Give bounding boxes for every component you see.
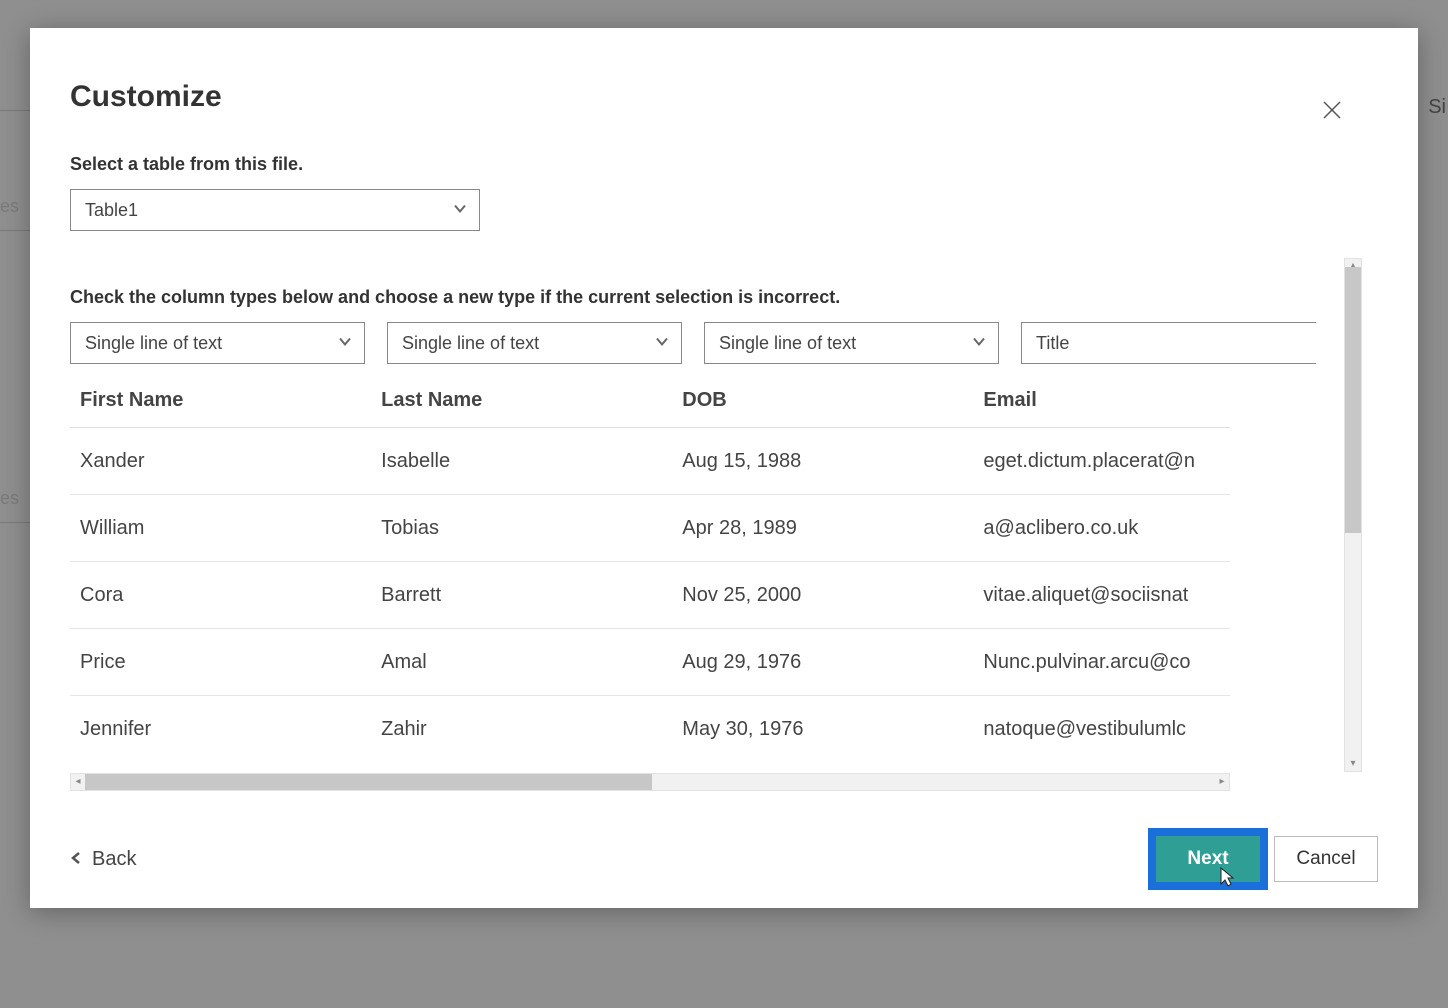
background-text: es — [0, 196, 19, 217]
table-cell: Cora — [80, 584, 359, 607]
table-row: Price Amal Aug 29, 1976 Nunc.pulvinar.ar… — [70, 629, 1230, 696]
table-header-cell: Last Name — [381, 389, 660, 412]
table-cell: Nov 25, 2000 — [682, 584, 961, 607]
table-cell: natoque@vestibulumlc — [983, 718, 1220, 741]
table-header-cell: Email — [983, 389, 1220, 412]
next-label: Next — [1187, 848, 1228, 869]
table-cell: eget.dictum.placerat@n — [983, 450, 1220, 473]
column-type-value: Single line of text — [402, 333, 539, 354]
table-row: William Tobias Apr 28, 1989 a@aclibero.c… — [70, 495, 1230, 562]
preview-table: First Name Last Name DOB Email Xander Is… — [70, 374, 1230, 791]
table-header-cell: DOB — [682, 389, 961, 412]
table-cell: Aug 15, 1988 — [682, 450, 961, 473]
table-header-cell: First Name — [80, 389, 359, 412]
table-select-label: Select a table from this file. — [70, 154, 1362, 175]
table-cell: Aug 29, 1976 — [682, 651, 961, 674]
column-type-dropdown-2[interactable]: Single line of text — [704, 322, 999, 364]
column-type-value: Title — [1036, 333, 1069, 354]
column-type-dropdown-1[interactable]: Single line of text — [387, 322, 682, 364]
vertical-scrollbar[interactable]: ▴ ▾ — [1344, 258, 1362, 772]
scroll-thumb[interactable] — [1345, 267, 1361, 533]
table-cell: Apr 28, 1989 — [682, 517, 961, 540]
chevron-down-icon — [338, 333, 352, 354]
back-button[interactable]: Back — [70, 848, 136, 871]
column-type-dropdown-3[interactable]: Title — [1021, 322, 1316, 364]
next-button-highlight: Next — [1148, 828, 1268, 890]
table-cell: Isabelle — [381, 450, 660, 473]
column-type-value: Single line of text — [719, 333, 856, 354]
chevron-down-icon — [972, 333, 986, 354]
cancel-label: Cancel — [1296, 848, 1355, 869]
table-cell: a@aclibero.co.uk — [983, 517, 1220, 540]
table-cell: Zahir — [381, 718, 660, 741]
table-row: Xander Isabelle Aug 15, 1988 eget.dictum… — [70, 428, 1230, 495]
close-icon — [1322, 107, 1342, 124]
table-cell: Tobias — [381, 517, 660, 540]
column-type-value: Single line of text — [85, 333, 222, 354]
next-button[interactable]: Next — [1156, 836, 1260, 882]
side-peek-text: Si — [1428, 96, 1446, 119]
dialog-body: Select a table from this file. Table1 Ch… — [70, 154, 1362, 808]
dialog-title: Customize — [70, 80, 1378, 114]
table-cell: Price — [80, 651, 359, 674]
table-cell: May 30, 1976 — [682, 718, 961, 741]
customize-dialog: Customize Select a table from this file.… — [30, 28, 1418, 908]
horizontal-scrollbar[interactable]: ◂ ▸ — [70, 773, 1230, 791]
scroll-left-arrow-icon: ◂ — [71, 774, 85, 790]
table-cell: William — [80, 517, 359, 540]
column-type-label: Check the column types below and choose … — [70, 287, 1362, 308]
background-text-2: es — [0, 488, 19, 509]
table-header-row: First Name Last Name DOB Email — [70, 374, 1230, 428]
table-cell: Nunc.pulvinar.arcu@co — [983, 651, 1220, 674]
close-button[interactable] — [1322, 100, 1350, 128]
chevron-left-icon — [70, 848, 84, 871]
table-row: Jennifer Zahir May 30, 1976 natoque@vest… — [70, 696, 1230, 763]
table-select-dropdown[interactable]: Table1 — [70, 189, 480, 231]
scroll-thumb[interactable] — [85, 774, 652, 790]
column-type-row: Single line of text Single line of text … — [70, 322, 1230, 364]
table-cell: Barrett — [381, 584, 660, 607]
table-cell: vitae.aliquet@sociisnat — [983, 584, 1220, 607]
cancel-button[interactable]: Cancel — [1274, 836, 1378, 882]
chevron-down-icon — [453, 200, 467, 221]
table-cell: Jennifer — [80, 718, 359, 741]
back-label: Back — [92, 848, 136, 871]
table-select-value: Table1 — [85, 200, 138, 221]
table-row: Cora Barrett Nov 25, 2000 vitae.aliquet@… — [70, 562, 1230, 629]
cursor-icon — [1218, 866, 1236, 888]
scroll-down-arrow-icon: ▾ — [1345, 757, 1361, 771]
scroll-right-arrow-icon: ▸ — [1215, 774, 1229, 790]
table-cell: Amal — [381, 651, 660, 674]
chevron-down-icon — [655, 333, 669, 354]
column-type-dropdown-0[interactable]: Single line of text — [70, 322, 365, 364]
table-cell: Xander — [80, 450, 359, 473]
dialog-footer: Back Next Cancel — [70, 836, 1378, 882]
